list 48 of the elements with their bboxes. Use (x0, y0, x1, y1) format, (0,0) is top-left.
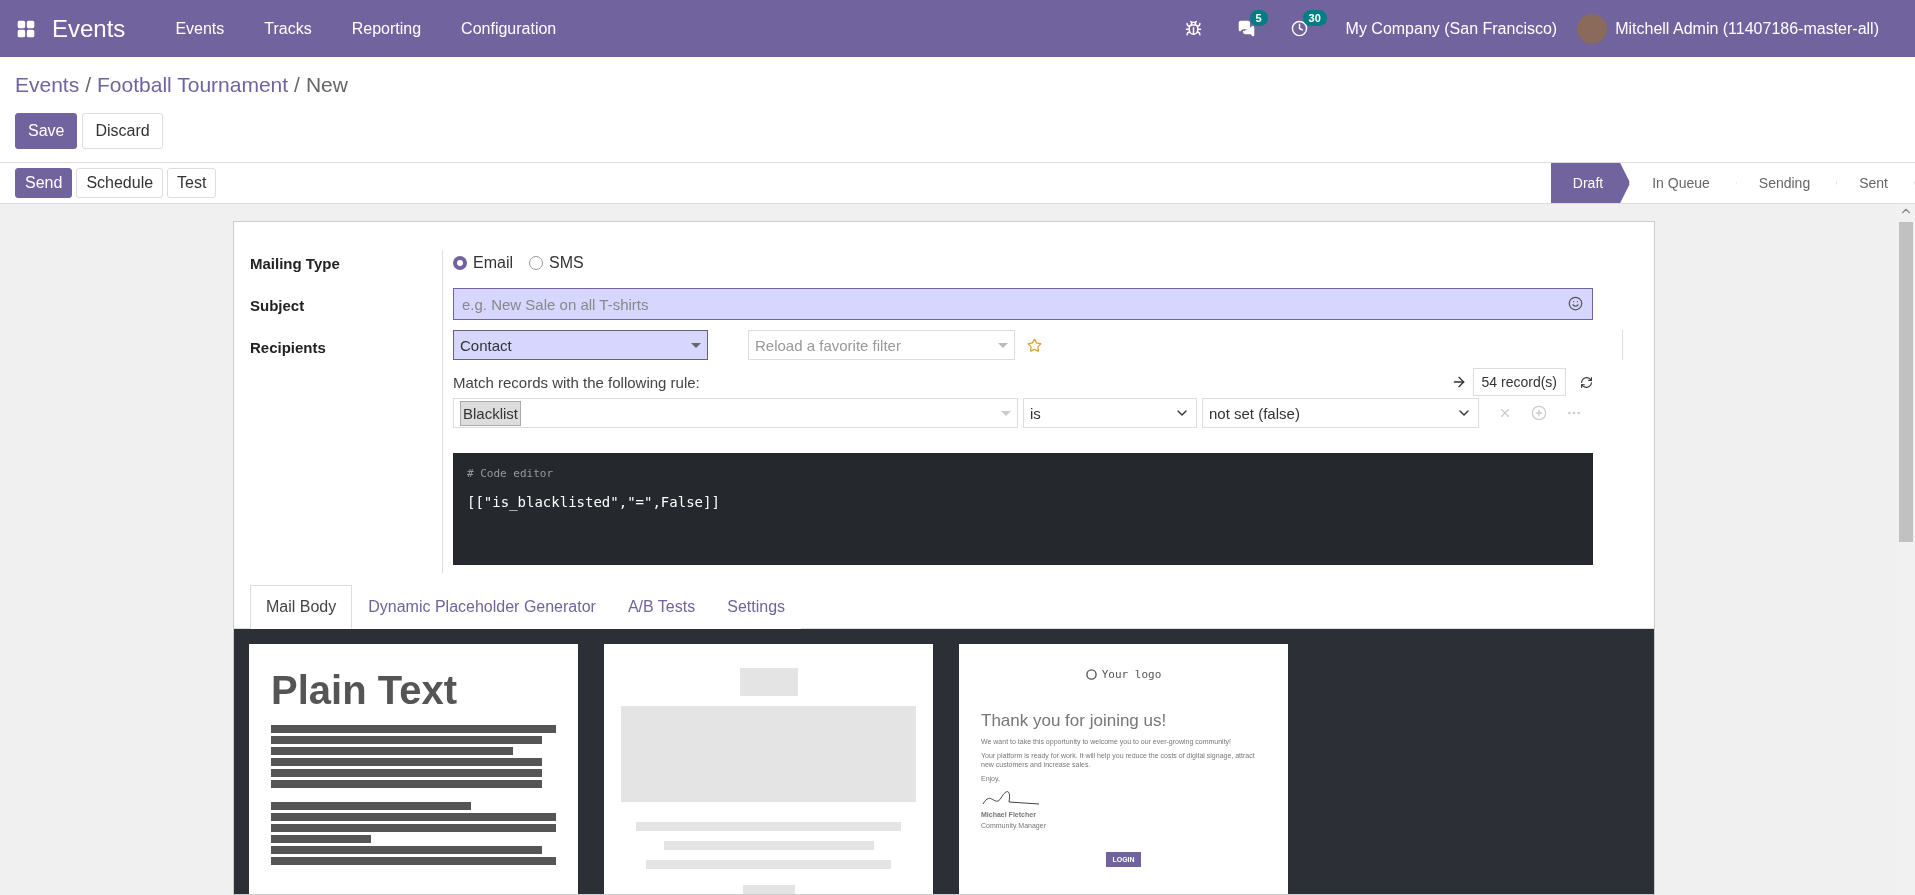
notebook-tab[interactable]: Mail Body (250, 585, 353, 629)
breadcrumb-current: New (305, 73, 348, 97)
breadcrumb-link[interactable]: Events (15, 73, 80, 97)
user-menu[interactable]: Mitchell Admin (11407186-master-all) (1615, 19, 1879, 38)
logo-text: Your logo (1085, 668, 1162, 681)
rule-description: Match records with the following rule: (453, 373, 700, 391)
status-step[interactable]: Draft (1550, 163, 1631, 203)
template-heading: Thank you for joining us! (981, 711, 1167, 731)
subject-field[interactable]: e.g. New Sale on all T-shirts (453, 288, 1593, 320)
nav-menu-item[interactable]: Tracks (244, 19, 332, 38)
refresh-icon[interactable] (1580, 375, 1593, 389)
messages-icon[interactable] (1237, 20, 1255, 37)
breadcrumb-separator: / (294, 73, 300, 97)
activities-icon[interactable] (1290, 20, 1308, 37)
nav-menu-item[interactable]: Reporting (331, 19, 442, 38)
emoji-icon[interactable] (1568, 296, 1583, 311)
radio-option[interactable]: SMS (529, 254, 584, 272)
form-button[interactable]: Save (15, 113, 78, 149)
breadcrumb-link[interactable]: Football Tournament (97, 73, 289, 97)
delete-icon[interactable] (1498, 406, 1512, 420)
debug-icon[interactable] (1184, 20, 1202, 37)
nav-menu-item[interactable]: Events (155, 19, 245, 38)
field-label: Recipients (250, 339, 327, 355)
rule-field-select[interactable]: Blacklist (453, 398, 1018, 428)
record-count-button[interactable]: 54 record(s) (1472, 368, 1566, 396)
company-switcher[interactable]: My Company (San Francisco) (1345, 19, 1558, 38)
template-card[interactable]: Plain Text (249, 644, 578, 894)
activity-count-badge: 30 (1302, 10, 1327, 26)
model-select[interactable]: Contact (453, 330, 708, 360)
scrollbar[interactable] (1897, 204, 1915, 895)
form-button[interactable]: Discard (82, 113, 163, 149)
code-editor[interactable]: # Code editor [["is_blacklisted","=",False]] (453, 453, 1593, 565)
radio-option[interactable]: Email (453, 254, 513, 272)
template-title: Plain Text (271, 668, 457, 713)
field-label: Mailing Type (250, 255, 341, 271)
field-label: Subject (250, 297, 306, 313)
star-icon[interactable] (1027, 337, 1042, 353)
logo-icon (1085, 669, 1097, 680)
action-button[interactable]: Test (167, 168, 217, 198)
apps-menu-icon[interactable] (16, 18, 36, 39)
rule-value-select[interactable]: not set (false) (1202, 398, 1479, 428)
action-button[interactable]: Schedule (76, 168, 164, 198)
message-count-badge: 5 (1249, 10, 1268, 26)
breadcrumb-separator: / (85, 73, 92, 97)
action-button[interactable]: Send (15, 168, 73, 198)
app-name: Events (52, 14, 126, 43)
rule-operator-select[interactable]: is (1023, 398, 1197, 428)
nav-menu-item[interactable]: Configuration (441, 19, 577, 38)
